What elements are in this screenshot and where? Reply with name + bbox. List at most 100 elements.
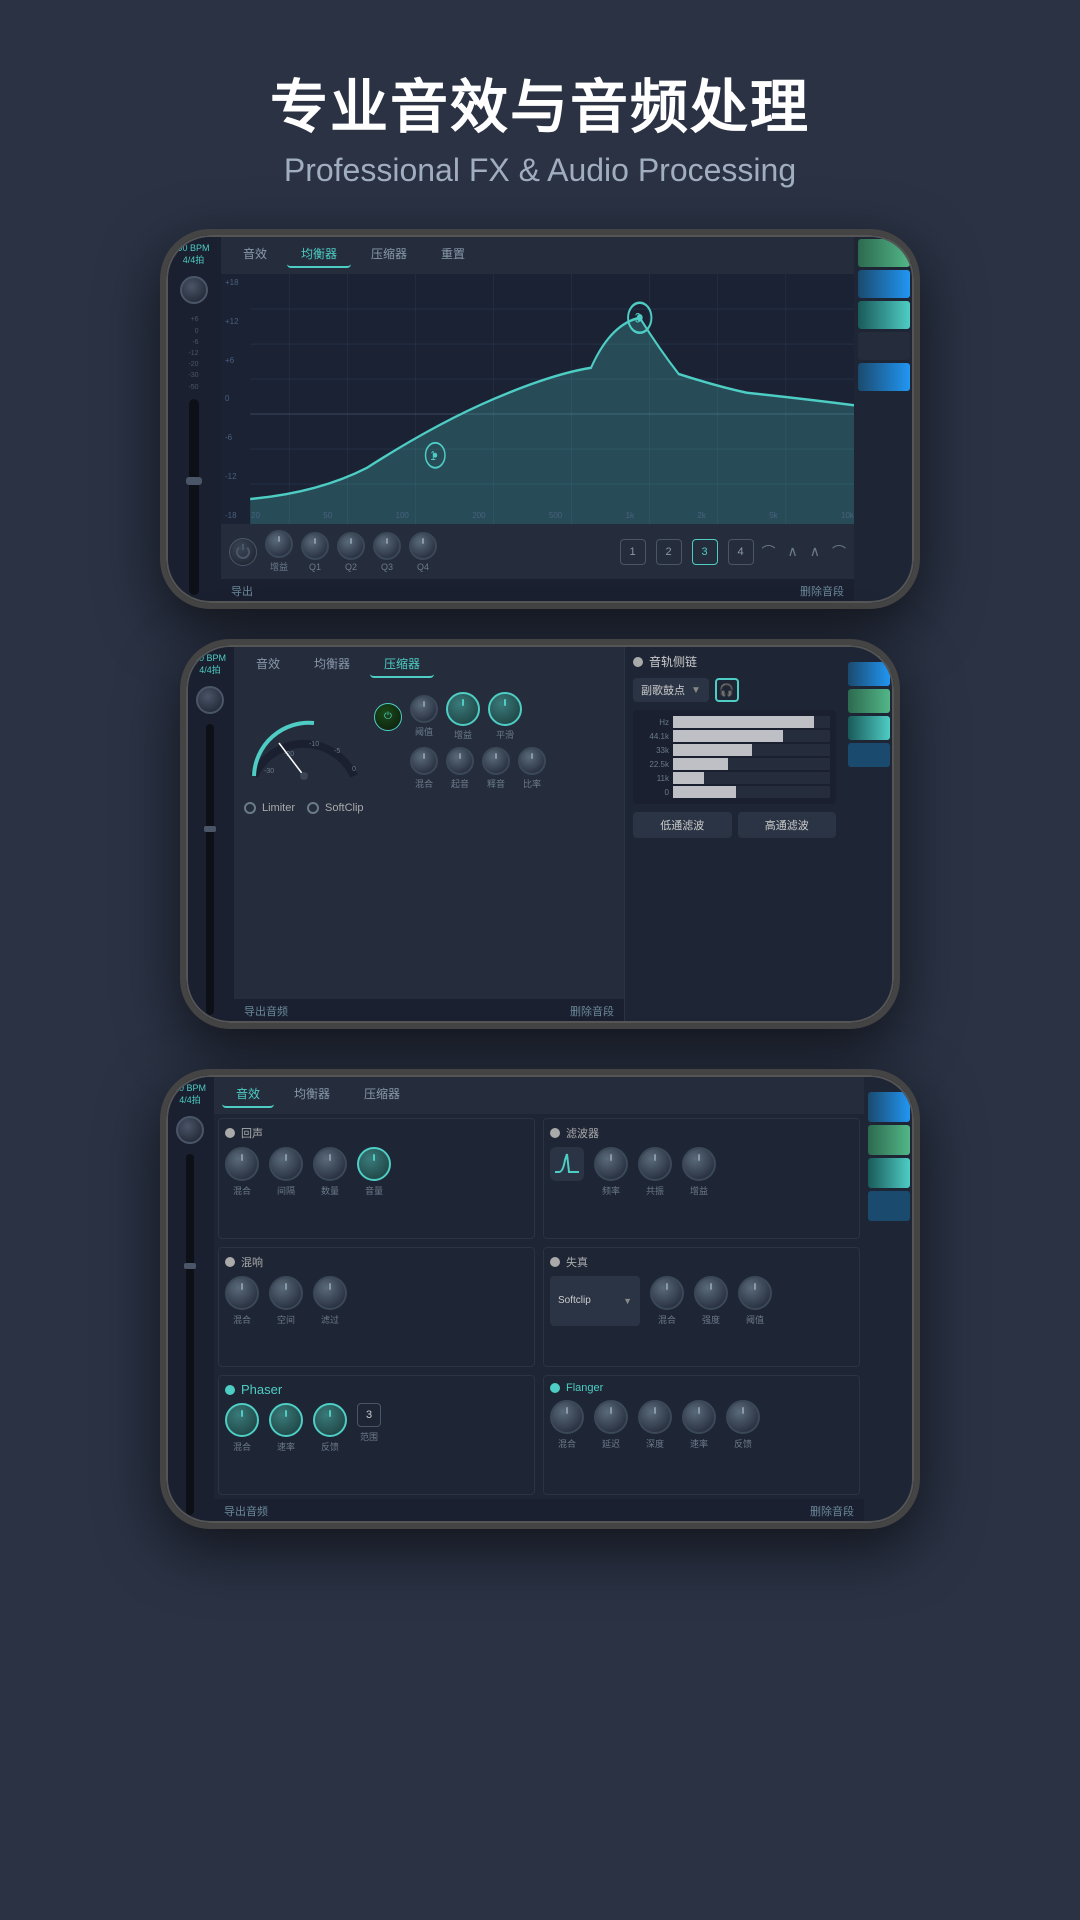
power-knob-2[interactable] <box>196 686 224 714</box>
limiter-radio[interactable] <box>244 802 256 814</box>
phone-screen-1: 90 BPM 4/4拍 +60-6-12-20-30-50 音效 均衡器 压缩器… <box>166 235 914 603</box>
sidechain-title: 音轨侧链 <box>649 653 836 670</box>
flanger-mix-knob[interactable] <box>550 1400 584 1434</box>
tab-effects-2[interactable]: 音效 <box>242 651 294 678</box>
flanger-rate-knob[interactable] <box>682 1400 716 1434</box>
freq-bar-225k <box>673 758 830 770</box>
comp-power-btn[interactable]: ⏻ <box>374 703 402 731</box>
phaser-mix-knob[interactable] <box>225 1403 259 1437</box>
tab-compressor-2[interactable]: 压缩器 <box>370 651 434 678</box>
export-label-2[interactable]: 导出音频 <box>244 1003 288 1019</box>
track-3-4[interactable] <box>868 1191 910 1221</box>
softclip-radio[interactable] <box>307 802 319 814</box>
eq-controls: 增益 Q1 Q2 Q3 Q4 1 <box>221 524 854 579</box>
dist-thresh-knob[interactable] <box>738 1276 772 1310</box>
q3-knob[interactable] <box>373 532 401 560</box>
track-3-3[interactable] <box>868 1158 910 1188</box>
track-2[interactable] <box>858 270 910 298</box>
fader-1[interactable] <box>189 399 199 595</box>
chorus-filter-knob[interactable] <box>313 1276 347 1310</box>
filter-title: 滤波器 <box>566 1125 599 1141</box>
reverb-vol-knob[interactable] <box>357 1147 391 1181</box>
phone-mockup-3: 90 BPM 4/4拍 音效 均衡器 压缩器 <box>160 1069 920 1529</box>
gain-knob-2[interactable] <box>446 692 480 726</box>
export-label-1[interactable]: 导出 <box>231 583 253 599</box>
dist-drive-knob[interactable] <box>694 1276 728 1310</box>
delete-label-3[interactable]: 删除音段 <box>810 1503 854 1519</box>
fader-3[interactable] <box>186 1154 194 1515</box>
smooth-knob[interactable] <box>488 692 522 726</box>
reverb-mix-knob[interactable] <box>225 1147 259 1181</box>
q1-knob[interactable] <box>301 532 329 560</box>
comp-controls: ⏻ 阈值 增益 平滑 <box>374 692 546 790</box>
headphone-icon[interactable]: 🎧 <box>715 678 739 702</box>
attack-knob[interactable] <box>446 747 474 775</box>
release-knob[interactable] <box>482 747 510 775</box>
flanger-feedback-label: 反馈 <box>734 1437 752 1450</box>
filter-gain-knob[interactable] <box>682 1147 716 1181</box>
flanger-feedback-knob[interactable] <box>726 1400 760 1434</box>
power-button-1[interactable] <box>229 538 257 566</box>
tab-eq-2[interactable]: 均衡器 <box>300 651 364 678</box>
compressor-gauge: -50 -30 -20 -10 -5 0 <box>244 701 364 781</box>
tab-eq-3[interactable]: 均衡器 <box>280 1081 344 1108</box>
track-2-1[interactable] <box>848 662 890 686</box>
flanger-delay-knob[interactable] <box>594 1400 628 1434</box>
sidechain-select[interactable]: 副歌鼓点 ▼ <box>633 678 709 702</box>
reverb-size-knob[interactable] <box>313 1147 347 1181</box>
ratio-knob[interactable] <box>518 747 546 775</box>
power-knob-1[interactable] <box>180 276 208 304</box>
threshold-label: 阈值 <box>415 725 433 738</box>
flanger-depth-knob[interactable] <box>638 1400 672 1434</box>
threshold-knob[interactable] <box>410 695 438 723</box>
band-btn-3[interactable]: 3 <box>692 539 718 565</box>
distortion-select[interactable]: Softclip ▼ <box>550 1276 640 1326</box>
limiter-option[interactable]: Limiter <box>244 802 295 814</box>
dist-mix-knob[interactable] <box>650 1276 684 1310</box>
phaser-rate-knob[interactable] <box>269 1403 303 1437</box>
tab-eq-1[interactable]: 均衡器 <box>287 241 351 268</box>
phaser-dot <box>225 1385 235 1395</box>
chorus-space-knob[interactable] <box>269 1276 303 1310</box>
tab-effects-1[interactable]: 音效 <box>229 241 281 268</box>
band-btn-2[interactable]: 2 <box>656 539 682 565</box>
filter-res-knob[interactable] <box>638 1147 672 1181</box>
track-3[interactable] <box>858 301 910 329</box>
lowpass-btn[interactable]: 低通滤波 <box>633 812 732 838</box>
q2-knob[interactable] <box>337 532 365 560</box>
tab-effects-3[interactable]: 音效 <box>222 1081 274 1108</box>
track-4[interactable] <box>858 332 910 360</box>
gain-knob[interactable] <box>265 530 293 558</box>
power-knob-3[interactable] <box>176 1116 204 1144</box>
q4-knob[interactable] <box>409 532 437 560</box>
band-btn-1[interactable]: 1 <box>620 539 646 565</box>
filter-freq-knob[interactable] <box>594 1147 628 1181</box>
track-5[interactable] <box>858 363 910 391</box>
eq-chart[interactable]: +18+12+60-6-12-18 <box>221 274 854 524</box>
delete-label-2[interactable]: 删除音段 <box>570 1003 614 1019</box>
track-2-2[interactable] <box>848 689 890 713</box>
highpass-btn[interactable]: 高通滤波 <box>738 812 837 838</box>
mix-knob[interactable] <box>410 747 438 775</box>
fader-2[interactable] <box>206 724 214 1015</box>
filter-freq-label: 频率 <box>602 1184 620 1197</box>
delete-label-1[interactable]: 删除音段 <box>800 583 844 599</box>
phaser-range-group: 3 范围 <box>357 1403 381 1453</box>
chorus-mix-knob[interactable] <box>225 1276 259 1310</box>
track-3-2[interactable] <box>868 1125 910 1155</box>
tab-compressor-3[interactable]: 压缩器 <box>350 1081 414 1108</box>
track-3-1[interactable] <box>868 1092 910 1122</box>
phaser-mix-group: 混合 <box>225 1403 259 1453</box>
phaser-feedback-knob[interactable] <box>313 1403 347 1437</box>
export-label-3[interactable]: 导出音频 <box>224 1503 268 1519</box>
tab-compressor-1[interactable]: 压缩器 <box>357 241 421 268</box>
track-2-4[interactable] <box>848 743 890 767</box>
track-1[interactable] <box>858 239 910 267</box>
reverb-space-knob[interactable] <box>269 1147 303 1181</box>
track-2-3[interactable] <box>848 716 890 740</box>
softclip-option[interactable]: SoftClip <box>307 802 364 814</box>
band-btn-4[interactable]: 4 <box>728 539 754 565</box>
phaser-badge[interactable]: 3 <box>357 1403 381 1427</box>
svg-text:3: 3 <box>635 310 641 326</box>
tab-reset-1[interactable]: 重置 <box>427 241 479 268</box>
